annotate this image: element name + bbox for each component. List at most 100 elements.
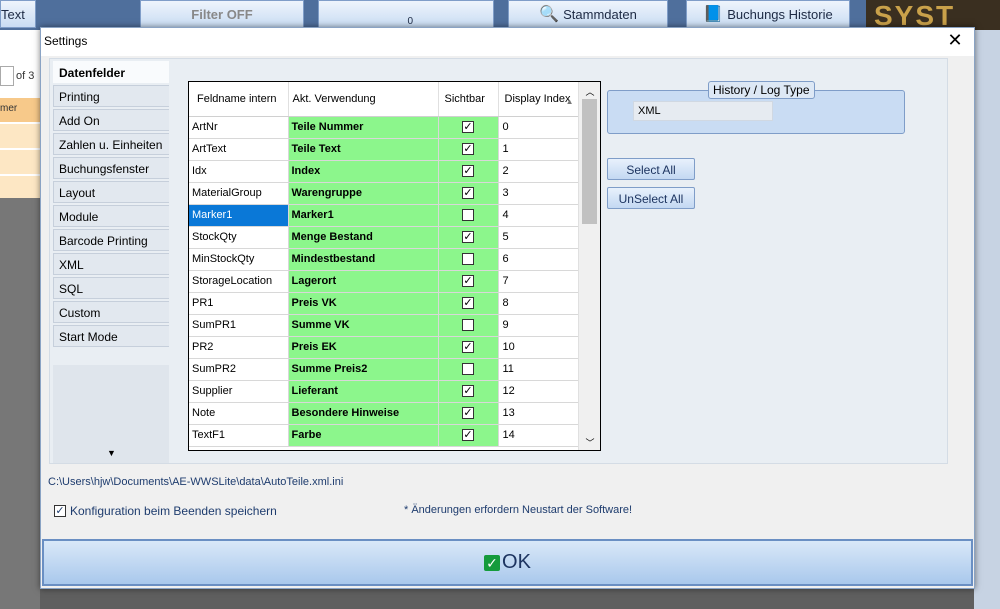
- cell-index[interactable]: 3: [498, 182, 579, 205]
- visible-checkbox[interactable]: ✓: [462, 275, 474, 288]
- bg-historie-button[interactable]: 📘 Buchungs Historie: [686, 0, 850, 28]
- cell-index[interactable]: 6: [498, 248, 579, 271]
- table-row[interactable]: MinStockQty Mindestbestand 6: [189, 248, 579, 271]
- cell-index[interactable]: 12: [498, 380, 579, 403]
- table-row[interactable]: Supplier Lieferant ✓ 12: [189, 380, 579, 403]
- visible-checkbox[interactable]: [462, 253, 474, 266]
- cell-fieldname[interactable]: MaterialGroup: [189, 182, 289, 205]
- tab-buchungsfenster[interactable]: Buchungsfenster: [53, 157, 169, 179]
- table-row[interactable]: PR2 Preis EK ✓ 10: [189, 336, 579, 359]
- cell-fieldname[interactable]: SumPR2: [189, 358, 289, 381]
- cell-fieldname[interactable]: MinStockQty: [189, 248, 289, 271]
- cell-fieldname[interactable]: PR2: [189, 336, 289, 359]
- cell-fieldname[interactable]: PR1: [189, 292, 289, 315]
- cell-fieldname[interactable]: SumPR1: [189, 314, 289, 337]
- bg-text-button[interactable]: Text: [0, 0, 36, 28]
- cell-usage[interactable]: Warengruppe: [288, 182, 439, 205]
- table-row[interactable]: ArtText Teile Text ✓ 1: [189, 138, 579, 161]
- visible-checkbox[interactable]: ✓: [462, 165, 474, 178]
- cell-index[interactable]: 5: [498, 226, 579, 249]
- column-header-index[interactable]: Display Index ▲: [498, 82, 579, 117]
- table-row[interactable]: Idx Index ✓ 2: [189, 160, 579, 183]
- cell-fieldname[interactable]: StorageLocation: [189, 270, 289, 293]
- cell-index[interactable]: 7: [498, 270, 579, 293]
- cell-usage[interactable]: Mindestbestand: [288, 248, 439, 271]
- tab-sql[interactable]: SQL: [53, 277, 169, 299]
- visible-checkbox[interactable]: [462, 209, 474, 222]
- cell-usage[interactable]: Farbe: [288, 424, 439, 447]
- table-row[interactable]: MaterialGroup Warengruppe ✓ 3: [189, 182, 579, 205]
- tab-zahlen-u-einheiten[interactable]: Zahlen u. Einheiten: [53, 133, 169, 155]
- save-on-exit-checkbox[interactable]: ✓ Konfiguration beim Beenden speichern: [54, 504, 277, 518]
- history-log-type-field[interactable]: XML: [633, 101, 773, 121]
- cell-usage[interactable]: Summe VK: [288, 314, 439, 337]
- column-header-usage[interactable]: Akt. Verwendung: [288, 82, 439, 117]
- close-icon[interactable]: ✕: [946, 30, 964, 51]
- tab-custom[interactable]: Custom: [53, 301, 169, 323]
- table-row[interactable]: PR1 Preis VK ✓ 8: [189, 292, 579, 315]
- visible-checkbox[interactable]: ✓: [462, 297, 474, 310]
- bg-stammdaten-button[interactable]: 🔍 Stammdaten: [508, 0, 668, 28]
- cell-index[interactable]: 1: [498, 138, 579, 161]
- visible-checkbox[interactable]: ✓: [462, 231, 474, 244]
- scroll-down-icon[interactable]: ﹀: [579, 433, 600, 450]
- cell-usage[interactable]: Index: [288, 160, 439, 183]
- tab-datenfelder[interactable]: Datenfelder: [53, 61, 169, 83]
- visible-checkbox[interactable]: ✓: [462, 121, 474, 134]
- tab-layout[interactable]: Layout: [53, 181, 169, 203]
- cell-usage[interactable]: Preis EK: [288, 336, 439, 359]
- visible-checkbox[interactable]: ✓: [462, 143, 474, 156]
- visible-checkbox[interactable]: ✓: [462, 187, 474, 200]
- table-row[interactable]: SumPR1 Summe VK 9: [189, 314, 579, 337]
- cell-index[interactable]: 2: [498, 160, 579, 183]
- tab-add-on[interactable]: Add On: [53, 109, 169, 131]
- select-all-button[interactable]: Select All: [607, 158, 695, 180]
- cell-fieldname[interactable]: Supplier: [189, 380, 289, 403]
- tab-module[interactable]: Module: [53, 205, 169, 227]
- unselect-all-button[interactable]: UnSelect All: [607, 187, 695, 209]
- ok-button[interactable]: ✓ OK: [42, 539, 973, 586]
- cell-usage[interactable]: Teile Text: [288, 138, 439, 161]
- cell-fieldname[interactable]: Marker1: [189, 204, 289, 227]
- visible-checkbox[interactable]: [462, 363, 474, 376]
- cell-usage[interactable]: Menge Bestand: [288, 226, 439, 249]
- cell-fieldname[interactable]: TextF1: [189, 424, 289, 447]
- table-row[interactable]: Marker1 Marker1 4: [189, 204, 579, 227]
- cell-index[interactable]: 10: [498, 336, 579, 359]
- cell-index[interactable]: 0: [498, 116, 579, 139]
- visible-checkbox[interactable]: [462, 319, 474, 332]
- cell-usage[interactable]: Lagerort: [288, 270, 439, 293]
- cell-index[interactable]: 13: [498, 402, 579, 425]
- table-row[interactable]: Note Besondere Hinweise ✓ 13: [189, 402, 579, 425]
- cell-index[interactable]: 9: [498, 314, 579, 337]
- save-on-exit-check-icon[interactable]: ✓: [54, 505, 66, 517]
- grid-vertical-scrollbar[interactable]: ︿ ﹀: [578, 82, 600, 450]
- cell-index[interactable]: 11: [498, 358, 579, 381]
- bg-filter-button[interactable]: Filter OFF: [140, 0, 304, 28]
- table-row[interactable]: StockQty Menge Bestand ✓ 5: [189, 226, 579, 249]
- tab-xml[interactable]: XML: [53, 253, 169, 275]
- table-row[interactable]: StorageLocation Lagerort ✓ 7: [189, 270, 579, 293]
- cell-index[interactable]: 14: [498, 424, 579, 447]
- cell-fieldname[interactable]: Idx: [189, 160, 289, 183]
- tabs-scroll-down-icon[interactable]: ▼: [107, 448, 116, 458]
- cell-usage[interactable]: Besondere Hinweise: [288, 402, 439, 425]
- cell-fieldname[interactable]: ArtNr: [189, 116, 289, 139]
- visible-checkbox[interactable]: ✓: [462, 385, 474, 398]
- cell-fieldname[interactable]: ArtText: [189, 138, 289, 161]
- cell-usage[interactable]: Marker1: [288, 204, 439, 227]
- cell-usage[interactable]: Lieferant: [288, 380, 439, 403]
- cell-index[interactable]: 4: [498, 204, 579, 227]
- table-row[interactable]: SumPR2 Summe Preis2 11: [189, 358, 579, 381]
- column-header-fieldname[interactable]: Feldname intern: [189, 82, 289, 117]
- bg-page-input[interactable]: [0, 66, 14, 86]
- tab-barcode-printing[interactable]: Barcode Printing: [53, 229, 169, 251]
- visible-checkbox[interactable]: ✓: [462, 341, 474, 354]
- cell-fieldname[interactable]: StockQty: [189, 226, 289, 249]
- scroll-up-icon[interactable]: ︿: [579, 82, 600, 99]
- cell-usage[interactable]: Preis VK: [288, 292, 439, 315]
- cell-usage[interactable]: Summe Preis2: [288, 358, 439, 381]
- visible-checkbox[interactable]: ✓: [462, 407, 474, 420]
- column-header-visible[interactable]: Sichtbar: [438, 82, 499, 117]
- table-row[interactable]: TextF1 Farbe ✓ 14: [189, 424, 579, 447]
